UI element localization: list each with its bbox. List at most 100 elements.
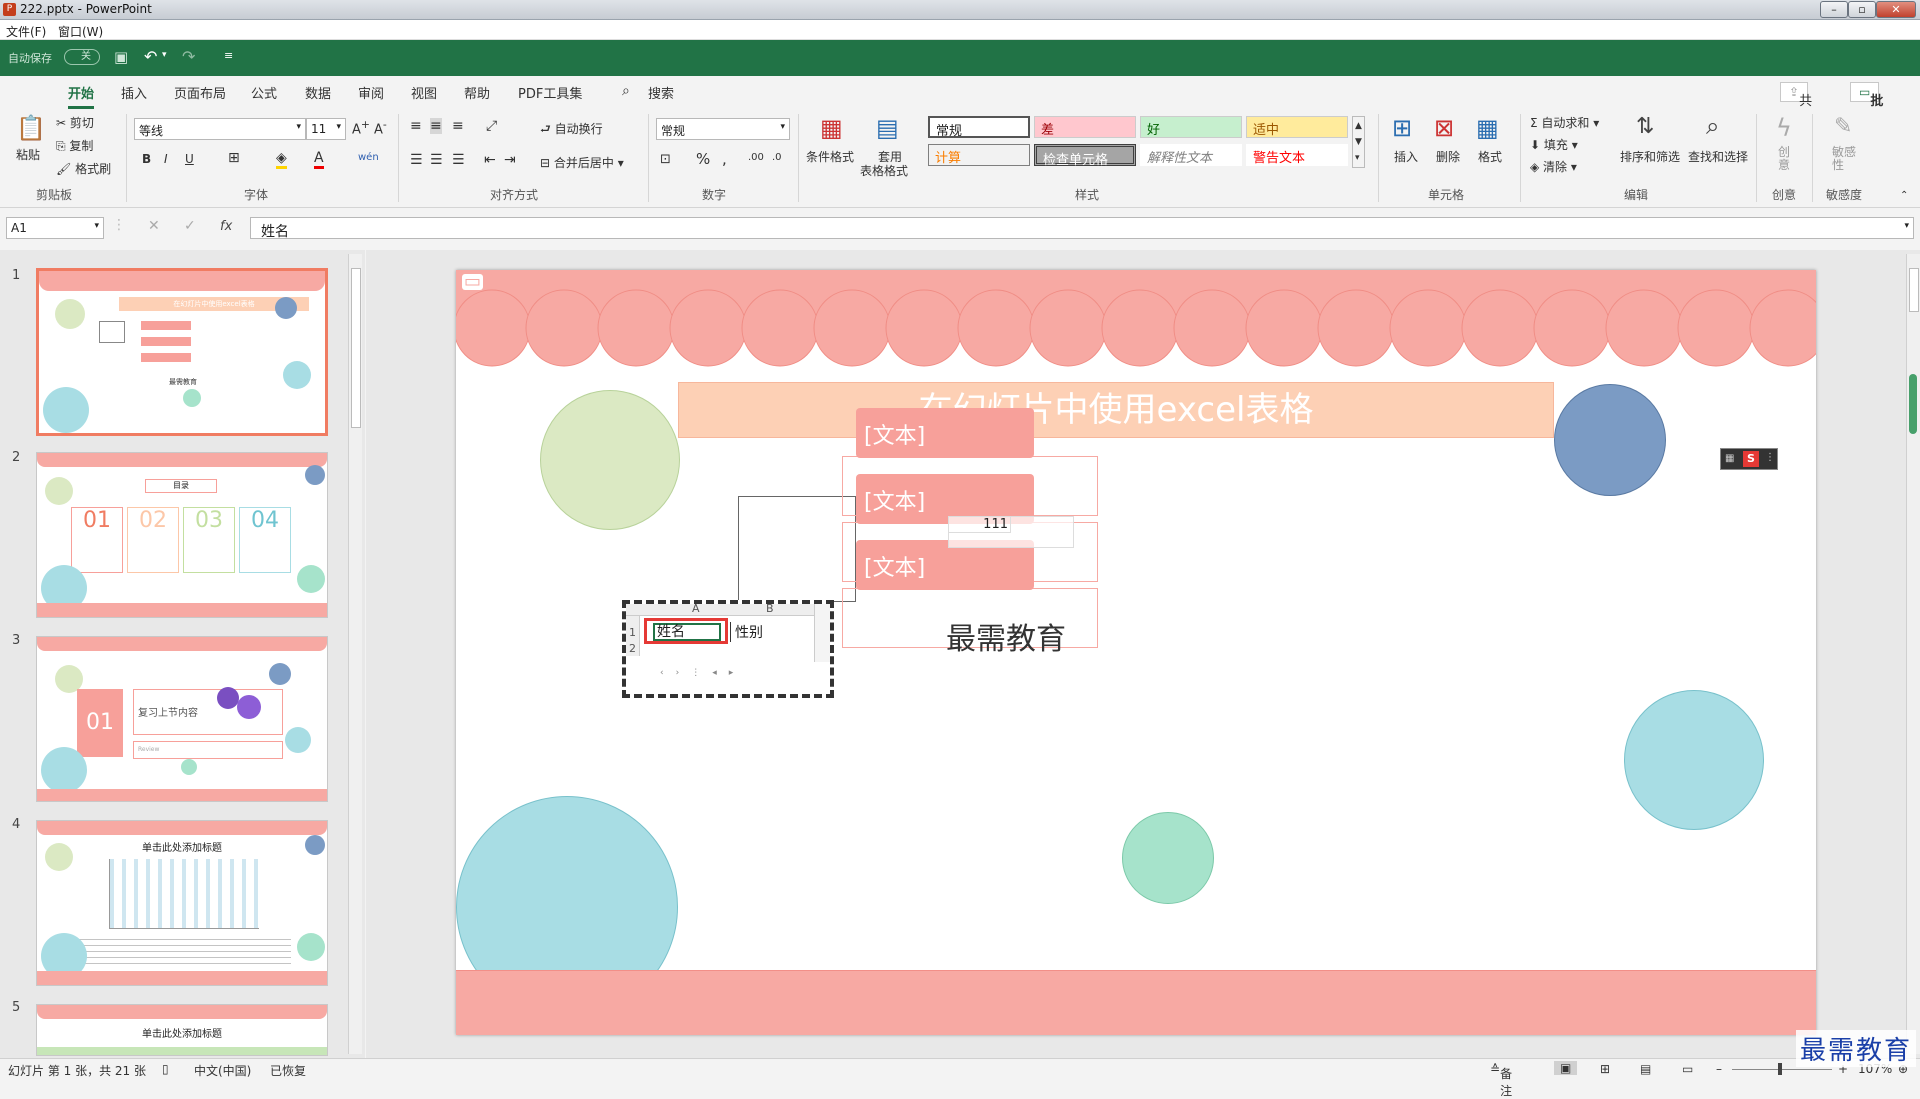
lightning-icon[interactable]: ϟ [1776,114,1792,142]
style-calculation[interactable]: 计算 [928,144,1030,166]
comma-icon[interactable]: , [722,150,727,168]
sensitivity-button[interactable]: 敏感性 [1832,146,1860,172]
zoom-out-icon[interactable]: – [1716,1062,1722,1076]
enter-icon[interactable]: ✓ [184,218,196,234]
increase-indent-icon[interactable]: ⇥ [504,152,516,168]
decrease-decimal-icon[interactable]: .0 [772,152,782,163]
style-check-cell[interactable]: 检查单元格 [1034,144,1136,168]
ime-menu-icon[interactable]: ⋮ [1765,452,1775,463]
normal-view-icon[interactable]: ▣ [1554,1061,1578,1075]
excel-vscroll[interactable] [814,604,830,662]
redo-icon[interactable]: ↷ [182,47,195,66]
align-bottom-icon[interactable]: ≡ [452,118,464,134]
copy-button[interactable]: ⎘ 复制 [56,137,93,154]
align-right-icon[interactable]: ☰ [452,152,465,168]
style-bad[interactable]: 差 [1034,116,1136,138]
style-good[interactable]: 好 [1140,116,1242,138]
insert-cells-icon[interactable]: ⊞ [1392,114,1412,142]
empty-shape[interactable] [738,496,856,602]
formula-input[interactable]: 姓名 ▾ [250,217,1914,240]
tab-data[interactable]: 数据 [305,83,331,102]
format-cells-button[interactable]: 格式 [1478,148,1502,165]
comment-icon[interactable]: ▭ [462,273,484,291]
notes-button[interactable]: ≙ 备注 [1490,1062,1512,1098]
style-neutral[interactable]: 适中 [1246,116,1348,138]
undo-icon[interactable]: ↶ [144,47,157,66]
font-color-icon[interactable]: A [314,150,324,169]
paste-button[interactable]: 粘贴 [16,146,40,163]
currency-icon[interactable]: ⊡ [660,152,671,167]
find-select-button[interactable]: 查找和选择 [1688,148,1748,165]
tab-insert[interactable]: 插入 [121,83,147,102]
style-warning[interactable]: 警告文本 [1246,144,1348,166]
italic-button[interactable]: I [164,152,168,166]
font-name-combo[interactable]: 等线 ▾ [134,118,306,140]
excel-cell-b1[interactable]: 性别 [730,622,810,642]
align-left-icon[interactable]: ☰ [410,152,423,168]
align-top-icon[interactable]: ≡ [410,118,422,134]
autosum-button[interactable]: Σ 自动求和 ▾ [1530,114,1599,131]
excel-cell-a1[interactable]: 姓名 [644,618,728,644]
minimize-button[interactable]: – [1820,1,1848,18]
slideshow-icon[interactable]: ▭ [1682,1062,1693,1076]
maximize-button[interactable]: ▫ [1848,1,1876,18]
underline-button[interactable]: U [185,152,194,166]
thumbnail-slide-4[interactable]: 单击此处添加标题 [36,820,328,986]
thumbnail-slide-5[interactable]: 单击此处添加标题 [36,1004,328,1056]
number-format-combo[interactable]: 常规 ▾ [656,118,790,140]
sort-filter-icon[interactable]: ⇅ [1636,114,1654,139]
menu-window[interactable]: 窗口(W) [58,23,103,40]
spellcheck-icon[interactable]: ▯ [162,1062,169,1076]
language-status[interactable]: 中文(中国) [194,1062,251,1079]
tab-page-layout[interactable]: 页面布局 [174,83,226,102]
wrap-text-button[interactable]: ⮐ 自动换行 [540,120,603,141]
collapse-ribbon-icon[interactable]: ⌃ [1900,190,1908,201]
autosave-toggle[interactable]: 关 [64,49,100,65]
slide-canvas[interactable]: ▭ 在幻灯片中使用excel表格 A B 1 2 姓名 性别 ‹›⋮◂▸ [文本… [456,270,1816,1035]
increase-decimal-icon[interactable]: .00 [748,152,764,163]
find-select-icon[interactable]: ⌕ [1706,112,1719,140]
save-icon[interactable]: ▣ [114,48,128,66]
delete-cells-icon[interactable]: ⊠ [1434,114,1454,142]
share-button[interactable]: ⇪ 共享 [1780,82,1812,128]
tab-view[interactable]: 视图 [411,83,437,102]
comments-button[interactable]: ▭ 批注 [1850,82,1883,128]
insert-function-icon[interactable]: fx [220,219,232,234]
phonetic-icon[interactable]: wén [358,152,379,163]
slide-subtitle[interactable]: 最需教育 [906,614,1106,658]
format-table-icon[interactable]: ▤ [876,114,899,142]
thumbnail-slide-2[interactable]: 目录 01 02 03 04 [36,452,328,618]
increase-font-icon[interactable]: A+ [352,118,370,137]
text-box-1[interactable]: [文本] [856,408,1034,458]
insert-cells-button[interactable]: 插入 [1394,148,1418,165]
tab-help[interactable]: 帮助 [464,83,490,102]
style-explanatory[interactable]: 解释性文本 [1140,144,1242,166]
thumbnail-scrollbar[interactable] [348,254,362,1054]
embedded-excel-object[interactable]: A B 1 2 姓名 性别 ‹›⋮◂▸ [622,600,834,698]
excel-hscroll[interactable]: ‹›⋮◂▸ [640,668,814,682]
styles-gallery-scroll[interactable]: ▲ ▼ ▾ [1352,116,1365,168]
tab-pdf-tools[interactable]: PDF工具集 [518,83,582,102]
zoom-slider-thumb[interactable] [1778,1063,1782,1075]
format-table-label-2[interactable]: 表格格式 [860,162,908,179]
align-center-icon[interactable]: ☰ [430,152,443,168]
cancel-icon[interactable]: ✕ [148,218,160,234]
slide-title[interactable]: 在幻灯片中使用excel表格 [678,382,1554,438]
format-painter-button[interactable]: 🖌 格式刷 [56,160,111,177]
ime-toolbar[interactable]: S ▦ ⋮ [1720,448,1778,470]
sort-filter-button[interactable]: 排序和筛选 [1620,148,1680,165]
menu-file[interactable]: 文件(F) [6,23,46,40]
reading-view-icon[interactable]: ▤ [1640,1062,1651,1076]
decrease-font-icon[interactable]: A- [374,118,387,137]
value-cell-box[interactable]: 111 [948,516,1074,548]
percent-icon[interactable]: % [696,150,710,168]
orientation-icon[interactable]: ⤢ [486,118,497,134]
format-cells-icon[interactable]: ▦ [1476,114,1499,142]
customize-qat-icon[interactable]: ≡ [224,49,233,62]
conditional-format-button[interactable]: 条件格式 [806,148,854,165]
thumbnail-slide-3[interactable]: 01 复习上节内容 Review [36,636,328,802]
search-box[interactable]: 搜索 [648,83,674,102]
decrease-indent-icon[interactable]: ⇤ [484,152,496,168]
style-normal[interactable]: 常规 [928,116,1030,139]
slide-sorter-icon[interactable]: ⊞ [1600,1062,1610,1076]
